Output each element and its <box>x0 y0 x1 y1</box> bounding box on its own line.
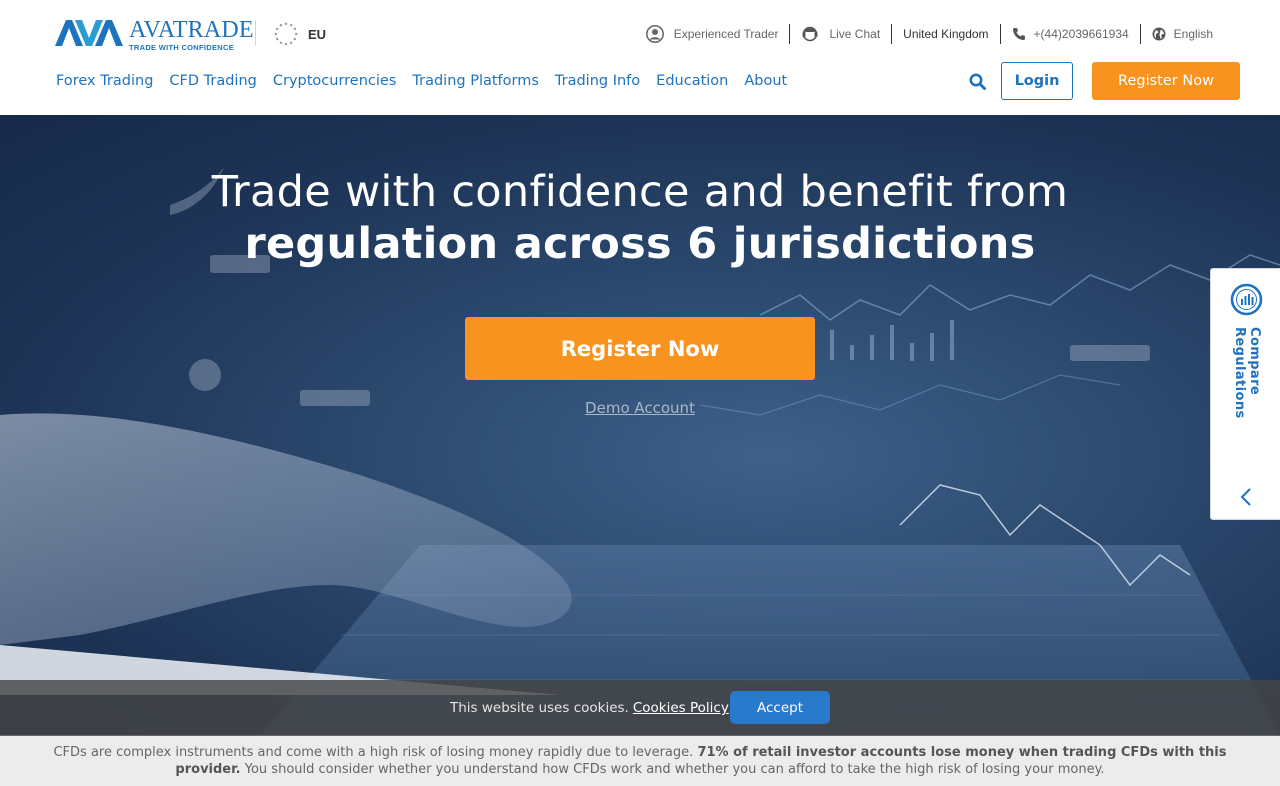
main-navigation: Forex Trading CFD Trading Cryptocurrenci… <box>48 70 795 92</box>
nav-education[interactable]: Education <box>648 70 736 92</box>
hero-title-line-2: regulation across 6 jurisdictions <box>244 219 1036 269</box>
search-icon[interactable] <box>968 72 988 92</box>
phone-number: +(44)2039661934 <box>1033 27 1129 41</box>
ava-logo-mark-icon <box>55 20 123 46</box>
risk-text-part2: You should consider whether you understa… <box>244 761 1105 777</box>
experienced-trader-label: Experienced Trader <box>673 27 779 41</box>
live-chat-link[interactable]: Live Chat <box>790 24 891 44</box>
register-now-header-button[interactable]: Register Now <box>1092 62 1240 100</box>
chevron-left-icon <box>1240 488 1251 506</box>
experienced-trader-link[interactable]: Experienced Trader <box>635 24 790 44</box>
phone-icon <box>1012 28 1025 40</box>
risk-warning-bar: CFDs are complex instruments and come wi… <box>0 736 1280 786</box>
live-chat-label: Live Chat <box>829 27 881 41</box>
avatrade-logo[interactable]: AVATRADE TRADE WITH CONFIDENCE <box>55 18 254 52</box>
nav-cfd-trading[interactable]: CFD Trading <box>161 70 264 92</box>
logo-divider <box>255 20 256 46</box>
phone-link[interactable]: +(44)2039661934 <box>1001 24 1140 44</box>
globe-icon <box>1152 27 1166 41</box>
demo-account-link[interactable]: Demo Account <box>0 399 1280 417</box>
compare-regulations-label: Compare Regulations <box>1232 327 1262 419</box>
login-button[interactable]: Login <box>1001 62 1073 100</box>
nav-about[interactable]: About <box>736 70 795 92</box>
nav-cryptocurrencies[interactable]: Cryptocurrencies <box>265 70 405 92</box>
hero-title-line-1: Trade with confidence and benefit from <box>211 167 1069 217</box>
region-selector[interactable]: EU <box>274 22 326 46</box>
headset-agent-icon <box>802 26 818 42</box>
brand-name: AVATRADE <box>129 17 254 43</box>
region-label: EU <box>308 26 327 42</box>
country-selector[interactable]: United Kingdom <box>892 24 999 44</box>
risk-text-part1: CFDs are complex instruments and come wi… <box>53 745 694 760</box>
accept-cookies-button[interactable]: Accept <box>730 691 830 724</box>
nav-trading-info[interactable]: Trading Info <box>547 70 648 92</box>
nav-forex-trading[interactable]: Forex Trading <box>48 70 161 92</box>
brand-tagline: TRADE WITH CONFIDENCE <box>129 43 235 52</box>
language-label: English <box>1173 27 1213 41</box>
bar-chart-circle-icon <box>1230 283 1263 316</box>
compare-regulations-tab[interactable]: Compare Regulations <box>1210 268 1280 520</box>
hero-banner: Trade with confidence and benefit from r… <box>0 115 1280 735</box>
eu-stars-icon <box>274 22 298 46</box>
register-now-hero-button[interactable]: Register Now <box>465 317 815 380</box>
cookie-message: This website uses cookies. <box>450 700 629 716</box>
top-utility-bar: Experienced Trader Live Chat United King… <box>635 22 1224 46</box>
nav-trading-platforms[interactable]: Trading Platforms <box>404 70 547 92</box>
user-circle-icon <box>645 25 664 43</box>
site-header: AVATRADE TRADE WITH CONFIDENCE EU Experi… <box>0 0 1280 115</box>
country-label: United Kingdom <box>903 27 989 41</box>
cookies-policy-link[interactable]: Cookies Policy <box>633 700 729 716</box>
language-selector[interactable]: English <box>1141 24 1224 44</box>
cookie-consent-bar: This website uses cookies. Cookies Policy… <box>0 680 1280 736</box>
risk-warning-text: CFDs are complex instruments and come wi… <box>40 745 1240 778</box>
